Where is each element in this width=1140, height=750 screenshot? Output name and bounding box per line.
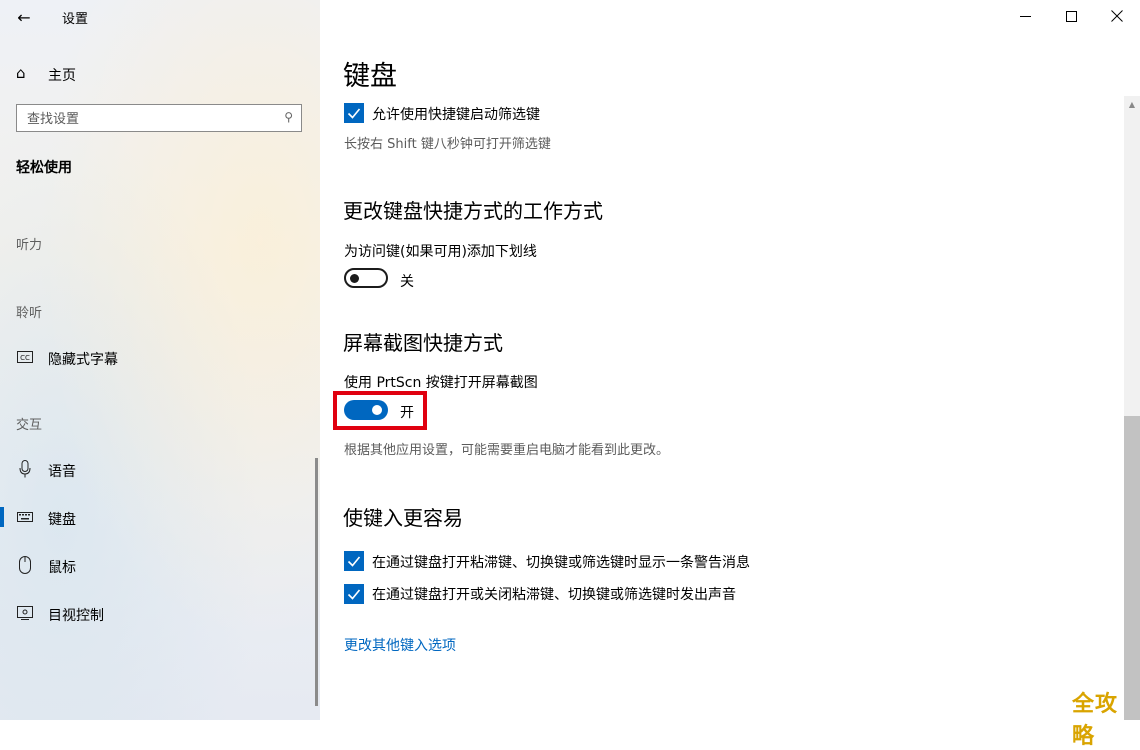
filter-keys-shortcut-checkbox[interactable] <box>344 103 364 123</box>
sidebar-item-label: 键盘 <box>48 512 76 528</box>
home-icon: ⌂ <box>16 64 26 82</box>
search-input[interactable] <box>17 105 277 131</box>
warning-message-checkbox[interactable] <box>344 551 364 571</box>
nav-home[interactable]: ⌂ 主页 <box>0 58 320 88</box>
prtscn-description: 根据其他应用设置，可能需要重启电脑才能看到此更改。 <box>344 443 670 458</box>
sidebar-item-label: 目视控制 <box>48 608 104 624</box>
close-icon <box>1111 10 1123 22</box>
app-title: 设置 <box>62 12 89 27</box>
microphone-icon <box>16 460 34 478</box>
filter-keys-description: 长按右 Shift 键八秒钟可打开筛选键 <box>344 137 551 152</box>
prtscn-toggle[interactable] <box>344 400 388 420</box>
shortcuts-heading: 更改键盘快捷方式的工作方式 <box>343 199 603 223</box>
sidebar-item-label: 鼠标 <box>48 560 76 576</box>
page-title: 键盘 <box>343 61 397 92</box>
sidebar-scrollbar[interactable] <box>315 458 318 706</box>
sidebar-item-label: 语音 <box>48 464 76 480</box>
group-label-hearing: 听力 <box>16 238 43 253</box>
group-label-listen: 聆听 <box>16 306 43 321</box>
checkmark-icon <box>347 108 361 119</box>
back-button[interactable]: ← <box>10 4 38 30</box>
search-icon[interactable]: ⚲ <box>284 110 293 124</box>
group-label-interaction: 交互 <box>16 418 43 433</box>
closed-captions-icon: CC <box>16 349 34 365</box>
screenshot-heading: 屏幕截图快捷方式 <box>343 331 503 355</box>
search-box[interactable]: ⚲ <box>16 104 302 132</box>
underline-toggle-state: 关 <box>400 274 414 290</box>
warning-message-label: 在通过键盘打开粘滞键、切换键或筛选键时显示一条警告消息 <box>372 555 750 571</box>
watermark: 全攻略 <box>1072 692 1119 749</box>
maximize-icon <box>1065 10 1077 22</box>
section-title-ease-of-access: 轻松使用 <box>16 160 72 176</box>
underline-access-keys-label: 为访问键(如果可用)添加下划线 <box>344 244 537 260</box>
close-button[interactable] <box>1094 0 1140 32</box>
main-scrollbar-thumb[interactable] <box>1124 416 1140 720</box>
scroll-up-arrow-icon[interactable]: ▲ <box>1124 96 1140 112</box>
nav-home-label: 主页 <box>48 68 76 84</box>
underline-access-keys-toggle[interactable] <box>344 268 388 288</box>
sidebar-item-mouse[interactable]: 鼠标 <box>0 548 316 582</box>
sidebar-item-label: 隐藏式字幕 <box>48 352 118 368</box>
active-indicator <box>0 507 4 527</box>
mouse-icon <box>16 556 34 574</box>
minimize-icon <box>1019 15 1031 17</box>
minimize-button[interactable] <box>1002 0 1048 32</box>
prtscn-label: 使用 PrtScn 按键打开屏幕截图 <box>344 375 538 391</box>
prtscn-toggle-state: 开 <box>400 405 414 421</box>
sidebar-item-captions[interactable]: CC 隐藏式字幕 <box>0 340 316 374</box>
checkmark-icon <box>347 556 361 567</box>
sidebar-item-eye-control[interactable]: 目视控制 <box>0 596 316 630</box>
keyboard-icon <box>16 509 34 525</box>
toggle-knob <box>372 405 382 415</box>
svg-text:CC: CC <box>20 354 30 362</box>
sound-checkbox[interactable] <box>344 584 364 604</box>
filter-keys-shortcut-label: 允许使用快捷键启动筛选键 <box>372 107 540 123</box>
more-typing-options-link[interactable]: 更改其他键入选项 <box>344 635 456 655</box>
maximize-button[interactable] <box>1048 0 1094 32</box>
sound-label: 在通过键盘打开或关闭粘滞键、切换键或筛选键时发出声音 <box>372 587 736 603</box>
sidebar-item-speech[interactable]: 语音 <box>0 452 316 486</box>
sidebar-item-keyboard[interactable]: 键盘 <box>0 500 316 534</box>
checkmark-icon <box>347 589 361 600</box>
toggle-knob <box>350 274 359 283</box>
eye-control-icon <box>16 605 34 621</box>
settings-sidebar: ← 设置 ⌂ 主页 ⚲ 轻松使用 听力 聆听 CC 隐藏式字幕 交互 语音 键盘… <box>0 0 320 720</box>
typing-heading: 使键入更容易 <box>343 506 463 530</box>
